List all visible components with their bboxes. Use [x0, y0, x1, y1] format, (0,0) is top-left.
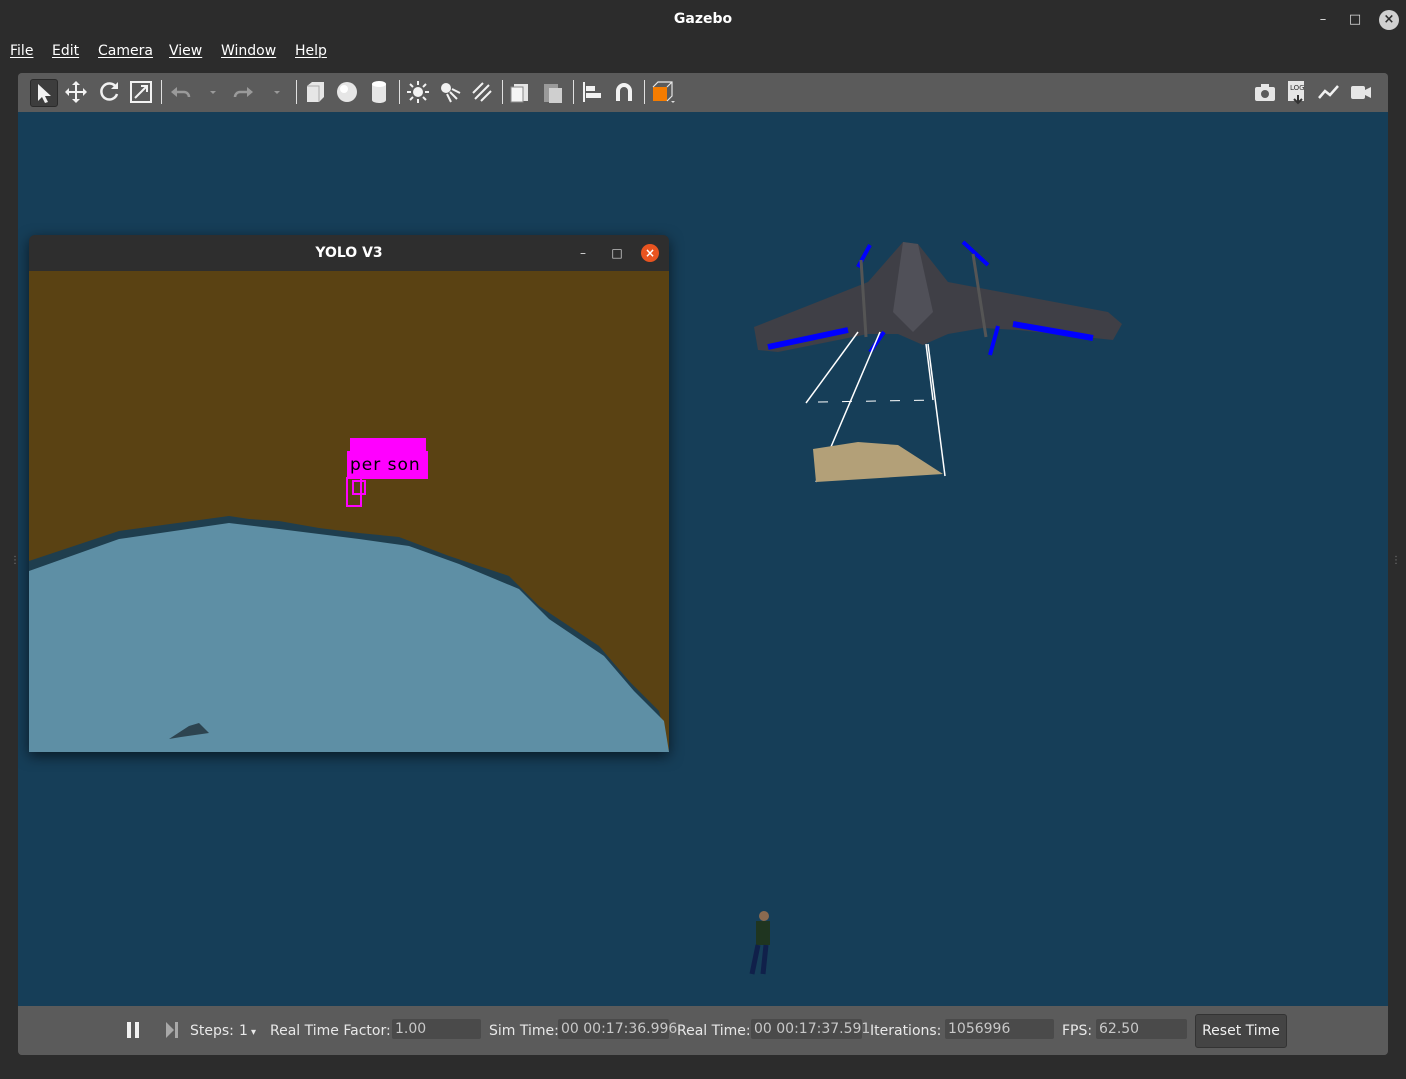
real-time-factor-label: Real Time Factor:: [270, 1023, 391, 1039]
minimize-window-icon[interactable]: –: [1313, 10, 1333, 30]
toolbar: LOG: [18, 73, 1388, 113]
copy-icon[interactable]: [508, 79, 534, 105]
point-light-icon[interactable]: [405, 79, 431, 105]
right-panel-splitter-handle[interactable]: ⋮: [1391, 555, 1401, 573]
spot-light-icon[interactable]: [437, 79, 463, 105]
reset-time-button[interactable]: Reset Time: [1195, 1014, 1287, 1048]
steps-value[interactable]: 1: [239, 1023, 248, 1039]
yolo-detection-window: YOLO V3 – □ × per son: [29, 235, 669, 752]
menu-file[interactable]: File: [10, 43, 33, 59]
yolo-minimize-icon[interactable]: –: [574, 244, 592, 262]
rotate-icon[interactable]: [96, 79, 122, 105]
pause-icon[interactable]: [126, 1021, 140, 1039]
window-title: Gazebo: [673, 11, 733, 27]
yolo-close-icon[interactable]: ×: [641, 244, 659, 262]
terrain-patch: [813, 442, 943, 482]
redo-dropdown-icon[interactable]: [264, 79, 280, 105]
menu-help[interactable]: Help: [295, 43, 327, 59]
sphere-shape-icon[interactable]: [334, 79, 360, 105]
detection-box: [352, 480, 366, 495]
maximize-window-icon[interactable]: □: [1345, 10, 1365, 30]
box-shape-icon[interactable]: [302, 79, 328, 105]
undo-icon[interactable]: [168, 79, 194, 105]
iterations-field: 1056996: [945, 1019, 1054, 1039]
yolo-camera-frame: per son: [29, 271, 669, 752]
toolbar-separator: [161, 80, 162, 104]
view-angle-icon[interactable]: [650, 79, 676, 105]
vtol-aircraft-model: [754, 240, 1122, 356]
log-icon[interactable]: LOG: [1284, 79, 1310, 105]
steps-dropdown-icon[interactable]: ▾: [251, 1027, 256, 1038]
menu-window[interactable]: Window: [221, 43, 276, 59]
steps-label: Steps:: [190, 1023, 234, 1039]
menu-camera[interactable]: Camera: [98, 43, 153, 59]
undo-dropdown-icon[interactable]: [200, 79, 216, 105]
detection-label: per son: [347, 451, 428, 479]
svg-text:LOG: LOG: [1290, 84, 1305, 92]
step-forward-icon[interactable]: [165, 1021, 179, 1039]
3d-scene-viewport[interactable]: YOLO V3 – □ × per son: [18, 112, 1388, 1006]
video-record-icon[interactable]: [1348, 79, 1374, 105]
toolbar-separator: [399, 80, 400, 104]
gazebo-main-frame: LOG YOLO V3 – □ × per son Steps: 1 ▾ Rea…: [18, 73, 1388, 1055]
status-bar: Steps: 1 ▾ Real Time Factor: 1.00 Sim Ti…: [18, 1006, 1388, 1055]
yolo-window-title: YOLO V3: [315, 245, 383, 261]
left-panel-splitter-handle[interactable]: ⋮: [10, 555, 20, 573]
menu-edit[interactable]: Edit: [52, 43, 79, 59]
select-arrow-icon[interactable]: [30, 79, 58, 107]
toolbar-separator: [502, 80, 503, 104]
paste-icon[interactable]: [540, 79, 566, 105]
plot-icon[interactable]: [1316, 79, 1342, 105]
translate-icon[interactable]: [63, 79, 89, 105]
toolbar-separator: [573, 80, 574, 104]
redo-icon[interactable]: [230, 79, 256, 105]
menu-bar: File Edit Camera View Window Help: [0, 40, 1406, 64]
fps-label: FPS:: [1062, 1023, 1093, 1039]
menu-view[interactable]: View: [169, 43, 202, 59]
window-titlebar: Gazebo – □ ×: [0, 0, 1406, 40]
sim-time-label: Sim Time:: [489, 1023, 559, 1039]
iterations-label: Iterations:: [870, 1023, 942, 1039]
close-window-icon[interactable]: ×: [1379, 10, 1399, 30]
toolbar-separator: [296, 80, 297, 104]
real-time-field: 00 00:17:37.591: [751, 1019, 870, 1039]
snap-magnet-icon[interactable]: [611, 79, 637, 105]
person-model: [749, 911, 770, 975]
scale-icon[interactable]: [128, 79, 154, 105]
yolo-maximize-icon[interactable]: □: [608, 244, 626, 262]
screenshot-camera-icon[interactable]: [1252, 79, 1278, 105]
toolbar-separator: [644, 80, 645, 104]
real-time-factor-field: 1.00: [392, 1019, 481, 1039]
cylinder-shape-icon[interactable]: [366, 79, 392, 105]
real-time-label: Real Time:: [677, 1023, 751, 1039]
yolo-frame-render: [29, 438, 669, 752]
fps-field: 62.50: [1096, 1019, 1187, 1039]
sim-time-field: 00 00:17:36.996: [558, 1019, 677, 1039]
directional-light-icon[interactable]: [469, 79, 495, 105]
align-icon[interactable]: [579, 79, 605, 105]
